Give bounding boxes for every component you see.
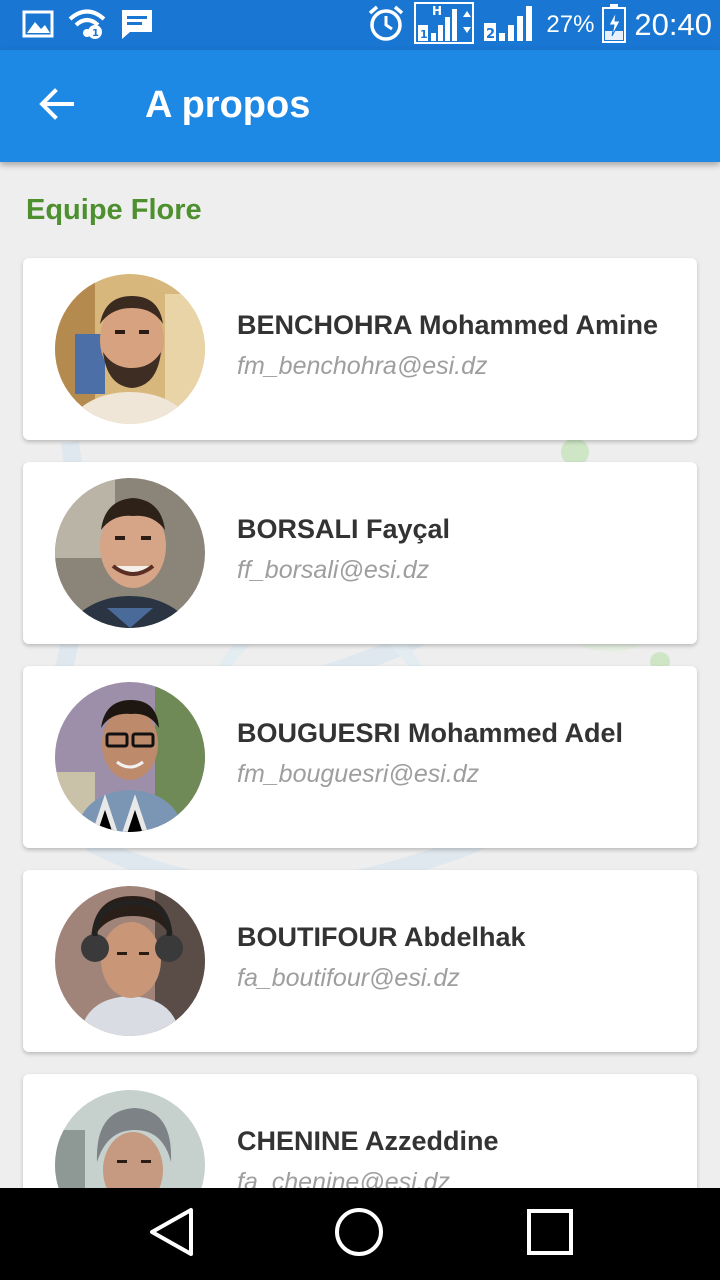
- image-icon: [22, 9, 54, 44]
- battery-charging-icon: [602, 3, 627, 48]
- signal-icon: H1: [414, 1, 475, 50]
- page-title: A propos: [145, 84, 311, 126]
- clock: 20:40: [634, 7, 712, 42]
- member-card[interactable]: BOUGUESRI Mohammed Adel fm_bouguesri@esi…: [23, 666, 697, 848]
- status-bar-right: H1 2 27% 20:40: [366, 1, 712, 50]
- home-circle-icon: [333, 1206, 385, 1263]
- member-card[interactable]: CHENINE Azzeddine fa_chenine@esi.dz: [23, 1074, 697, 1188]
- back-button[interactable]: [28, 78, 84, 134]
- member-name: BOUGUESRI Mohammed Adel: [237, 718, 624, 748]
- member-name: BORSALI Fayçal: [237, 514, 451, 544]
- avatar: [55, 478, 205, 628]
- avatar: [55, 886, 205, 1036]
- navigation-bar: [0, 1188, 720, 1280]
- member-email: fm_bouguesri@esi.dz: [237, 760, 480, 788]
- back-triangle-icon: [147, 1206, 195, 1263]
- signal-icon: 2: [482, 3, 538, 48]
- message-icon: [120, 8, 154, 45]
- nav-home-button[interactable]: [329, 1206, 389, 1262]
- member-email: fa_chenine@esi.dz: [237, 1168, 451, 1188]
- member-email: fa_boutifour@esi.dz: [237, 964, 460, 992]
- member-email: ff_borsali@esi.dz: [237, 556, 430, 584]
- status-bar: 1 H1 2 27% 20:40: [0, 0, 720, 50]
- about-content[interactable]: Equipe Flore BENCHOHRA Mohammed Amine fm…: [0, 162, 720, 1188]
- nav-recents-button[interactable]: [520, 1206, 580, 1262]
- member-card[interactable]: BORSALI Fayçal ff_borsali@esi.dz: [23, 462, 697, 644]
- avatar: [55, 274, 205, 424]
- member-card[interactable]: BENCHOHRA Mohammed Amine fm_benchohra@es…: [23, 258, 697, 440]
- member-name: BENCHOHRA Mohammed Amine: [237, 310, 659, 340]
- member-email: fm_benchohra@esi.dz: [237, 352, 488, 380]
- member-name: CHENINE Azzeddine: [237, 1126, 499, 1156]
- battery-percent: 27%: [546, 11, 595, 38]
- section-title: Equipe Flore: [26, 194, 202, 226]
- member-name: BOUTIFOUR Abdelhak: [237, 922, 526, 952]
- avatar: [55, 1090, 205, 1188]
- svg-text:2: 2: [486, 27, 495, 42]
- app-bar: A propos: [0, 50, 720, 162]
- svg-text:1: 1: [92, 28, 99, 39]
- arrow-back-icon: [38, 87, 74, 125]
- nav-back-button[interactable]: [141, 1206, 201, 1262]
- svg-text:H: H: [432, 4, 442, 18]
- status-bar-left: 1: [22, 8, 154, 45]
- alarm-icon: [366, 3, 406, 48]
- member-card[interactable]: BOUTIFOUR Abdelhak fa_boutifour@esi.dz: [23, 870, 697, 1052]
- svg-text:1: 1: [420, 28, 428, 41]
- recents-square-icon: [525, 1207, 575, 1262]
- wifi-icon: 1: [68, 8, 106, 45]
- avatar: [55, 682, 205, 832]
